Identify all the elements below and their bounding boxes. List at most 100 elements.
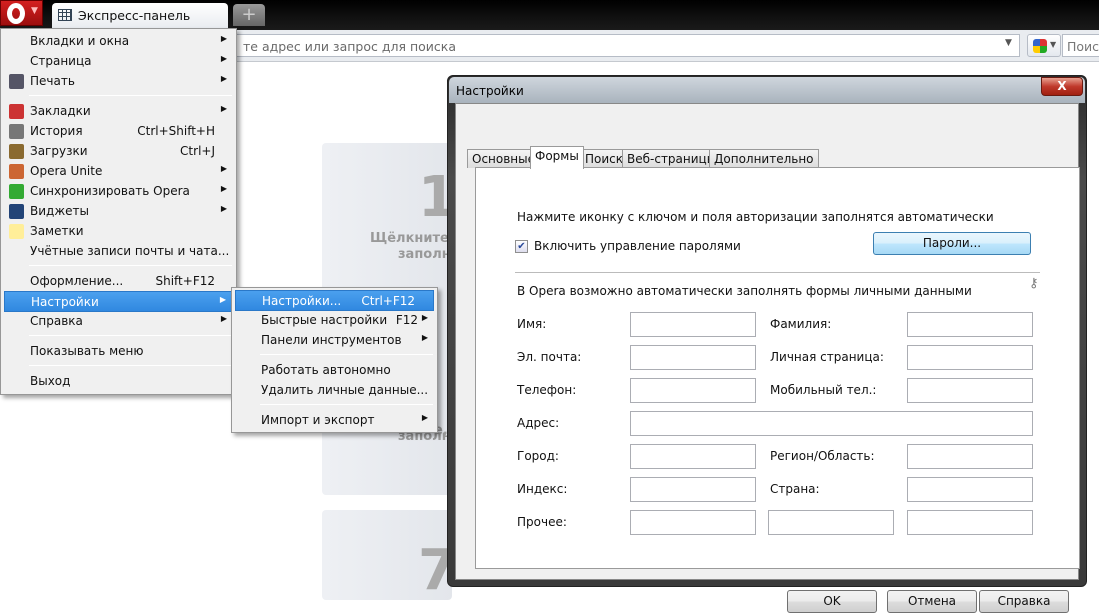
menu-item-opera-unite[interactable]: Opera Unite ▶ — [4, 161, 233, 182]
menu-item-label: Настройки — [31, 295, 99, 309]
region-field[interactable] — [907, 444, 1033, 469]
menu-separator — [29, 265, 232, 266]
dialog-client: Основные Формы Поиск Веб-страницы Дополн… — [455, 103, 1080, 613]
password-manager-checkbox[interactable]: ✔ — [515, 240, 528, 253]
menu-item-синхронизировать-opera[interactable]: Синхронизировать Opera ▶ — [4, 181, 233, 202]
menu-item-история[interactable]: История Ctrl+Shift+H — [4, 121, 233, 142]
menu-item-показывать-меню[interactable]: Показывать меню — [4, 341, 233, 362]
speed-dial-tile-7[interactable]: 7 — [322, 510, 457, 603]
city-field[interactable] — [630, 444, 756, 469]
menu-item-учётные-записи-почты-и-чата[interactable]: Учётные записи почты и чата... — [4, 241, 233, 262]
search-engine-selector[interactable]: ▼ — [1027, 34, 1061, 57]
menu-item-печать[interactable]: Печать ▶ — [4, 71, 233, 92]
menu-item-панели-инструментов[interactable]: Панели инструментов ▶ — [235, 330, 434, 351]
field-label-mobile: Мобильный тел.: — [770, 383, 877, 397]
tab-label: Экспресс-панель — [78, 8, 191, 23]
password-checkbox-label: Включить управление паролями — [534, 239, 741, 253]
submenu-arrow-icon: ▶ — [421, 313, 428, 322]
tab-advanced[interactable]: Дополнительно — [709, 149, 819, 168]
bookmarks-icon — [9, 104, 24, 119]
tab-forms[interactable]: Формы — [530, 146, 584, 169]
menu-item-виджеты[interactable]: Виджеты ▶ — [4, 201, 233, 222]
tab-webpages[interactable]: Веб-страницы — [622, 149, 722, 168]
menu-item-оформление[interactable]: Оформление... Shift+F12 — [4, 271, 233, 292]
menu-item-label: Импорт и экспорт — [261, 413, 375, 427]
field-label-email: Эл. почта: — [517, 350, 582, 364]
dialog-title-bar[interactable] — [449, 77, 1085, 103]
menu-item-выход[interactable]: Выход — [4, 371, 233, 392]
submenu-arrow-icon: ▶ — [220, 164, 227, 173]
opera-menu-button[interactable]: ▼ — [0, 0, 43, 26]
field-label-address: Адрес: — [517, 416, 560, 430]
field-label-first_name: Имя: — [517, 317, 547, 331]
menu-item-работать-автономно[interactable]: Работать автономно — [235, 360, 434, 381]
other-field[interactable] — [630, 510, 756, 535]
menu-item-быстрые-настройки[interactable]: Быстрые настройки F12 ▶ — [235, 310, 434, 331]
menu-item-настройки[interactable]: Настройки ▶ — [4, 291, 233, 312]
key-hint-text: Нажмите иконку с ключом и поля авторизац… — [517, 210, 994, 224]
submenu-arrow-icon: ▶ — [220, 34, 227, 43]
last-name-field[interactable] — [907, 312, 1033, 337]
menu-item-label: Настройки... — [262, 294, 342, 308]
submenu-arrow-icon: ▶ — [220, 54, 227, 63]
sync-icon — [9, 184, 24, 199]
menu-item-label: Оформление... — [30, 274, 124, 288]
search-input[interactable]: Поиск — [1062, 34, 1099, 57]
new-tab-button[interactable]: + — [233, 4, 265, 26]
field-label-region: Регион/Область: — [770, 449, 875, 463]
address-field[interactable] — [630, 411, 1033, 436]
tab-speed-dial[interactable]: Экспресс-панель — [52, 3, 228, 28]
ok-button[interactable]: OK — [787, 590, 877, 613]
passwords-button[interactable]: Пароли... — [873, 232, 1031, 255]
menu-item-заметки[interactable]: Заметки — [4, 221, 233, 242]
country-field[interactable] — [907, 477, 1033, 502]
menu-item-label: Работать автономно — [261, 363, 391, 377]
menu-item-закладки[interactable]: Закладки ▶ — [4, 101, 233, 122]
downloads-icon — [9, 144, 24, 159]
other-field-2[interactable] — [768, 510, 894, 535]
menu-item-вкладки-и-окна[interactable]: Вкладки и окна ▶ — [4, 31, 233, 52]
first-name-field[interactable] — [630, 312, 756, 337]
field-label-other: Прочее: — [517, 515, 567, 529]
submenu-arrow-icon: ▶ — [220, 104, 227, 113]
menu-item-настройки[interactable]: Настройки... Ctrl+F12 — [235, 290, 434, 311]
opera-main-menu: Вкладки и окна ▶ Страница ▶ Печать ▶ Закладки ▶… — [0, 28, 237, 395]
menu-item-страница[interactable]: Страница ▶ — [4, 51, 233, 72]
homepage-field[interactable] — [907, 345, 1033, 370]
submenu-arrow-icon: ▶ — [220, 204, 227, 213]
menu-item-label: Закладки — [30, 104, 91, 118]
chevron-down-icon: ▼ — [1050, 40, 1057, 49]
opera-logo-icon — [7, 3, 25, 24]
menu-item-справка[interactable]: Справка ▶ — [4, 311, 233, 332]
field-label-zip: Индекс: — [517, 482, 568, 496]
menu-separator — [29, 365, 232, 366]
menu-item-удалить-личные-данные[interactable]: Удалить личные данные... — [235, 380, 434, 401]
menu-item-label: Учётные записи почты и чата... — [30, 244, 230, 258]
submenu-arrow-icon: ▶ — [421, 413, 428, 422]
address-dropdown-icon[interactable]: ▼ — [1005, 38, 1012, 48]
close-button[interactable]: X — [1041, 77, 1083, 96]
other-field-3[interactable] — [907, 510, 1033, 535]
zip-field[interactable] — [630, 477, 756, 502]
divider — [515, 272, 1040, 273]
menu-separator — [29, 95, 232, 96]
menu-item-загрузки[interactable]: Загрузки Ctrl+J — [4, 141, 233, 162]
menu-item-label: История — [30, 124, 83, 138]
menu-item-label: Удалить личные данные... — [261, 383, 429, 397]
menu-item-label: Страница — [30, 54, 92, 68]
cancel-button[interactable]: Отмена — [887, 590, 977, 613]
email-field[interactable] — [630, 345, 756, 370]
menu-item-импорт-и-экспорт[interactable]: Импорт и экспорт ▶ — [235, 410, 434, 431]
field-label-phone: Телефон: — [517, 383, 577, 397]
unite-icon — [9, 164, 24, 179]
menu-separator — [260, 404, 433, 405]
phone-field[interactable] — [630, 378, 756, 403]
help-button[interactable]: Справка — [979, 590, 1069, 613]
address-input[interactable]: те адрес или запрос для поиска — [236, 34, 1020, 57]
field-label-homepage: Личная страница: — [770, 350, 884, 364]
mobile-field[interactable] — [907, 378, 1033, 403]
menu-item-label: Быстрые настройки — [261, 313, 388, 327]
forms-intro-text: В Opera возможно автоматически заполнять… — [517, 284, 972, 298]
submenu-arrow-icon: ▶ — [220, 184, 227, 193]
tab-search[interactable]: Поиск — [580, 149, 629, 168]
